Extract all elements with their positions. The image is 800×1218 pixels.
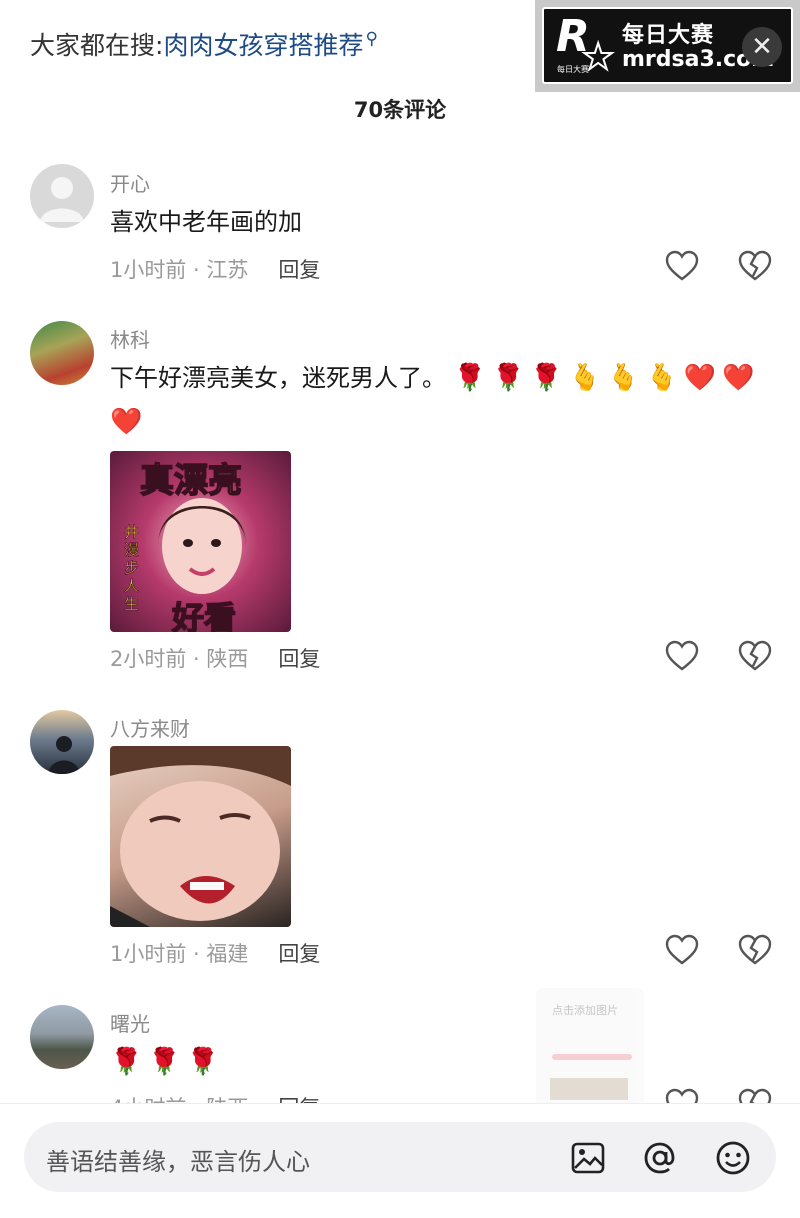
emoji-icon[interactable] (715, 1140, 751, 1176)
comment-meta: 2小时前 · 陕西 回复 (110, 643, 320, 673)
comment-time: 1小时前 · 江苏 (110, 258, 249, 282)
ghost-card-title: 点击添加图片 (552, 1004, 618, 1017)
comment-text: 下午好漂亮美女，迷死男人了。 🌹 🌹 🌹 🫰 🫰 🫰 ❤️ ❤️❤️ (110, 356, 770, 444)
like-icon[interactable] (665, 640, 699, 672)
comment-username[interactable]: 林科 (110, 324, 150, 353)
comment-text: 喜欢中老年画的加 (110, 208, 302, 236)
comment-sticker[interactable]: 真漂亮 井漫步人生 好看 (110, 451, 291, 632)
rose-emoji: 🌹 (110, 1047, 143, 1077)
rose-emoji: 🌹 (530, 363, 563, 393)
search-hint[interactable]: 大家都在搜:肉肉女孩穿搭推荐 ⚲ (30, 26, 378, 62)
dislike-icon[interactable] (738, 250, 772, 282)
sticker-side-text: 井漫步人生 (124, 523, 140, 614)
avatar[interactable] (30, 321, 94, 385)
search-icon: ⚲ (365, 29, 378, 49)
avatar[interactable] (30, 1005, 94, 1069)
close-icon[interactable]: ✕ (742, 27, 782, 67)
image-icon[interactable] (570, 1140, 606, 1176)
comment-time: 2小时前 · 陕西 (110, 647, 249, 671)
reply-button[interactable]: 回复 (278, 258, 320, 282)
comment-input-bar: 善语结善缘，恶言伤人心 (0, 1103, 800, 1218)
comment-text: 🌹 🌹 🌹 (110, 1040, 770, 1084)
search-hint-query[interactable]: 肉肉女孩穿搭推荐 (163, 31, 363, 60)
avatar[interactable] (30, 710, 94, 774)
ghost-card-bar (552, 1054, 632, 1060)
heart-emoji: ❤️ (683, 363, 717, 393)
watermark-panel: R ★ 每日大赛 每日大赛 mrdsa3.com ✕ (542, 7, 793, 84)
comment-time: 1小时前 · 福建 (110, 942, 249, 966)
comment-meta: 1小时前 · 江苏 回复 (110, 254, 320, 284)
comment-username[interactable]: 开心 (110, 168, 150, 197)
comment-sticker[interactable] (110, 746, 291, 927)
rose-emoji: 🌹 (453, 363, 487, 393)
dislike-icon[interactable] (738, 934, 772, 966)
comments-count: 70条评论 (353, 98, 447, 122)
search-hint-prefix: 大家都在搜: (30, 31, 164, 60)
watermark-logo-small: 每日大赛 (557, 65, 589, 74)
finger-heart-emoji: 🫰 (645, 363, 678, 393)
sticker-bottom-text: 好看 (171, 598, 237, 632)
comment-input[interactable]: 善语结善缘，恶言伤人心 (24, 1122, 776, 1192)
dislike-icon[interactable] (738, 640, 772, 672)
rose-emoji: 🌹 (186, 1047, 220, 1077)
comment-text-body: 下午好漂亮美女，迷死男人了。 (110, 364, 446, 392)
avatar[interactable] (30, 164, 94, 228)
heart-emoji: ❤️ (110, 407, 143, 437)
finger-heart-emoji: 🫰 (568, 363, 602, 393)
at-icon[interactable] (642, 1140, 678, 1176)
like-icon[interactable] (665, 250, 699, 282)
sticker-top-text: 真漂亮 (139, 460, 243, 502)
ghost-card-image (550, 1078, 628, 1100)
heart-emoji: ❤️ (722, 363, 755, 393)
add-image-ghost-card: 点击添加图片 (536, 988, 644, 1106)
rose-emoji: 🌹 (148, 1047, 181, 1077)
comment-meta: 1小时前 · 福建 回复 (110, 938, 320, 968)
reply-button[interactable]: 回复 (278, 942, 320, 966)
watermark-logo: R ★ 每日大赛 (554, 11, 620, 79)
comment-username[interactable]: 八方来财 (110, 713, 190, 742)
rose-emoji: 🌹 (492, 363, 525, 393)
like-icon[interactable] (665, 934, 699, 966)
watermark: R ★ 每日大赛 每日大赛 mrdsa3.com ✕ (535, 0, 800, 92)
finger-heart-emoji: 🫰 (607, 363, 640, 393)
comment-username[interactable]: 曙光 (110, 1008, 150, 1037)
reply-button[interactable]: 回复 (278, 647, 320, 671)
watermark-title: 每日大赛 (622, 23, 715, 48)
comment-input-placeholder: 善语结善缘，恶言伤人心 (46, 1148, 310, 1176)
